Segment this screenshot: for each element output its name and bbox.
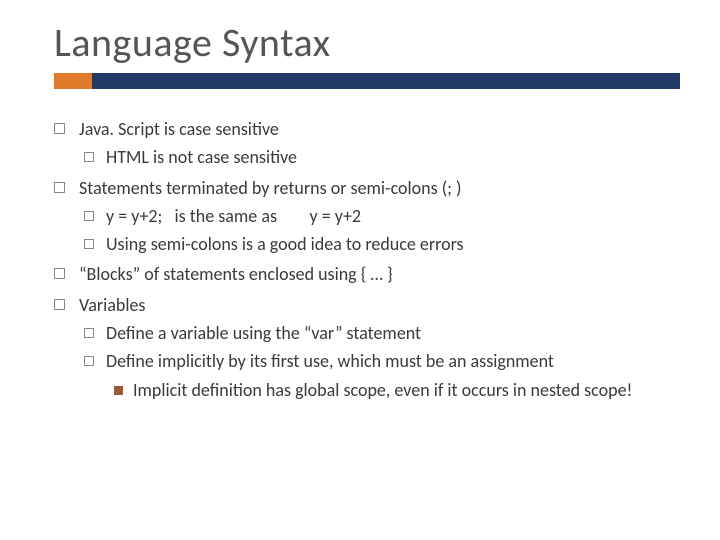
list-item: Define implicitly by its first use, whic… bbox=[84, 349, 680, 373]
accent-orange bbox=[54, 73, 92, 89]
list-item-text: Using semi-colons is a good idea to redu… bbox=[106, 232, 680, 256]
list-item-text: Define implicitly by its first use, whic… bbox=[106, 349, 680, 373]
list-item: Statements terminated by returns or semi… bbox=[54, 176, 680, 200]
slide-title: Language Syntax bbox=[54, 18, 680, 67]
list-item-text: Variables bbox=[79, 293, 680, 317]
list-item: Define a variable using the “var” statem… bbox=[84, 321, 680, 345]
list-item-text: “Blocks” of statements enclosed using { … bbox=[79, 262, 680, 286]
bullet-open-icon bbox=[54, 299, 65, 310]
slide: Language Syntax Java. Script is case sen… bbox=[0, 0, 720, 540]
bullet-open-icon bbox=[84, 356, 94, 366]
list-item-text: Define a variable using the “var” statem… bbox=[106, 321, 680, 345]
slide-content: Java. Script is case sensitive HTML is n… bbox=[54, 117, 680, 402]
accent-navy bbox=[92, 73, 680, 89]
bullet-open-icon bbox=[54, 268, 65, 279]
list-item: Java. Script is case sensitive bbox=[54, 117, 680, 141]
bullet-open-icon bbox=[54, 182, 65, 193]
list-item-text: Java. Script is case sensitive bbox=[79, 117, 680, 141]
list-item: y = y+2; is the same as y = y+2 bbox=[84, 204, 680, 228]
bullet-filled-icon bbox=[114, 386, 123, 395]
list-item-text: Statements terminated by returns or semi… bbox=[79, 176, 680, 200]
bullet-open-icon bbox=[84, 328, 94, 338]
bullet-open-icon bbox=[54, 123, 65, 134]
list-item: Variables bbox=[54, 293, 680, 317]
list-item: HTML is not case sensitive bbox=[84, 145, 680, 169]
bullet-open-icon bbox=[84, 211, 94, 221]
bullet-open-icon bbox=[84, 239, 94, 249]
list-item-text: y = y+2; is the same as y = y+2 bbox=[106, 204, 680, 228]
list-item: “Blocks” of statements enclosed using { … bbox=[54, 262, 680, 286]
list-item-text: HTML is not case sensitive bbox=[106, 145, 680, 169]
list-item: Using semi-colons is a good idea to redu… bbox=[84, 232, 680, 256]
list-item: Implicit definition has global scope, ev… bbox=[114, 378, 680, 402]
accent-bar bbox=[54, 73, 680, 89]
list-item-text: Implicit definition has global scope, ev… bbox=[133, 378, 680, 402]
bullet-open-icon bbox=[84, 152, 94, 162]
